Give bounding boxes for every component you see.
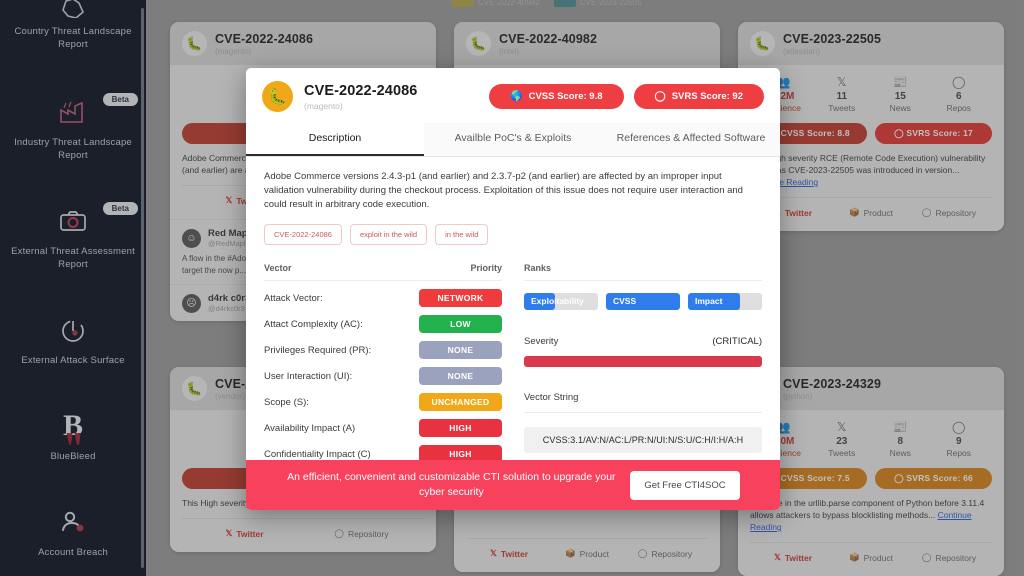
modal-tabs: Description Availble PoC's & Exploits Re… <box>246 123 780 157</box>
vector-label: Scope (S): <box>264 396 309 408</box>
vector-label: Attact Complexity (AC): <box>264 318 363 330</box>
vector-label: User Interaction (UI): <box>264 370 353 382</box>
vector-value-badge: LOW <box>419 315 502 333</box>
tag-chip[interactable]: CVE-2022-24086 <box>264 224 342 245</box>
tab-pocs-exploits[interactable]: Availble PoC's & Exploits <box>424 123 602 156</box>
severity-value: (CRITICAL) <box>712 336 762 347</box>
vector-table-header: Vector Priority <box>264 263 502 281</box>
cvss-score-label: CVSS Score: 9.8 <box>528 91 603 102</box>
promo-banner-text: An efficient, convenient and customizabl… <box>287 471 616 498</box>
rank-bars: Exploitability CVSS Impact <box>524 293 762 310</box>
app-root: CVE-2022-40982 CVE-2023-22505 🐛 CVE-2022… <box>0 0 1024 576</box>
rank-exploitability: Exploitability <box>524 293 598 310</box>
tab-description[interactable]: Description <box>246 123 424 156</box>
vector-table: Vector Priority Attack Vector: NETWORK A… <box>264 263 502 460</box>
vector-string-value: CVSS:3.1/AV:N/AC:L/PR:N/UI:N/S:U/C:H/I:H… <box>524 427 762 453</box>
vector-value-badge: HIGH <box>419 419 502 437</box>
modal-subtitle: (magento) <box>304 100 343 111</box>
vector-label: Attack Vector: <box>264 292 323 304</box>
vector-row-confidentiality-impact: Confidentiality Impact (C) HIGH <box>264 445 502 460</box>
vector-row-user-interaction: User Interaction (UI): NONE <box>264 367 502 385</box>
detail-columns: Vector Priority Attack Vector: NETWORK A… <box>264 263 762 460</box>
globe-icon: 🌎 <box>510 90 523 102</box>
cvss-score-button[interactable]: 🌎 CVSS Score: 9.8 <box>489 84 624 109</box>
promo-banner: An efficient, convenient and customizabl… <box>246 460 780 510</box>
cve-description: Adobe Commerce versions 2.4.3-p1 (and ea… <box>264 171 743 210</box>
target-icon: ◯ <box>654 90 666 102</box>
severity-bar <box>524 356 762 367</box>
vector-header-label: Vector <box>264 263 292 273</box>
cve-detail-modal: 🐛 CVE-2022-24086 (magento) 🌎 CVSS Score:… <box>246 68 780 510</box>
modal-title-block: CVE-2022-24086 (magento) <box>304 83 417 111</box>
ranks-header: Ranks <box>524 263 762 281</box>
vector-label: Privileges Required (PR): <box>264 344 372 356</box>
get-free-cti4soc-button[interactable]: Get Free CTI4SOC <box>630 470 740 500</box>
severity-label: Severity <box>524 336 559 347</box>
vector-row-attack-vector: Attack Vector: NETWORK <box>264 289 502 307</box>
tag-chips: CVE-2022-24086 exploit in the wild in th… <box>264 224 762 245</box>
tab-references-affected-software[interactable]: References & Affected Software <box>602 123 780 156</box>
vector-value-badge: UNCHANGED <box>419 393 502 411</box>
vector-row-attack-complexity: Attact Complexity (AC): LOW <box>264 315 502 333</box>
vector-value-badge: HIGH <box>419 445 502 460</box>
svrs-score-button[interactable]: ◯ SVRS Score: 92 <box>633 84 764 109</box>
vector-row-availability-impact: Availability Impact (A) HIGH <box>264 419 502 437</box>
priority-header-label: Priority <box>470 263 502 273</box>
rank-impact: Impact <box>688 293 762 310</box>
modal-score-buttons: 🌎 CVSS Score: 9.8 ◯ SVRS Score: 92 <box>489 84 764 109</box>
rank-cvss: CVSS <box>606 293 680 310</box>
vector-label: Confidentiality Impact (C) <box>264 448 371 460</box>
vector-value-badge: NONE <box>419 367 502 385</box>
vector-string-label: Vector String <box>524 392 762 413</box>
rank-label: CVSS <box>613 296 637 306</box>
svrs-score-label: SVRS Score: 92 <box>671 91 743 102</box>
rank-label: Impact <box>695 296 723 306</box>
tag-chip[interactable]: in the wild <box>435 224 489 245</box>
bug-icon: 🐛 <box>262 81 293 112</box>
severity-row: Severity (CRITICAL) <box>524 336 762 347</box>
vector-value-badge: NETWORK <box>419 289 502 307</box>
vector-row-privileges-required: Privileges Required (PR): NONE <box>264 341 502 359</box>
rank-label: Exploitability <box>531 296 584 306</box>
modal-header: 🐛 CVE-2022-24086 (magento) 🌎 CVSS Score:… <box>246 68 780 123</box>
tag-chip[interactable]: exploit in the wild <box>349 224 428 245</box>
modal-title: CVE-2022-24086 <box>304 82 418 99</box>
vector-row-scope: Scope (S): UNCHANGED <box>264 393 502 411</box>
ranks-panel: Ranks Exploitability CVSS Impact Severit… <box>524 263 762 460</box>
ranks-header-label: Ranks <box>524 263 552 273</box>
vector-value-badge: NONE <box>419 341 502 359</box>
modal-body: Adobe Commerce versions 2.4.3-p1 (and ea… <box>246 157 780 460</box>
vector-label: Availability Impact (A) <box>264 422 356 434</box>
